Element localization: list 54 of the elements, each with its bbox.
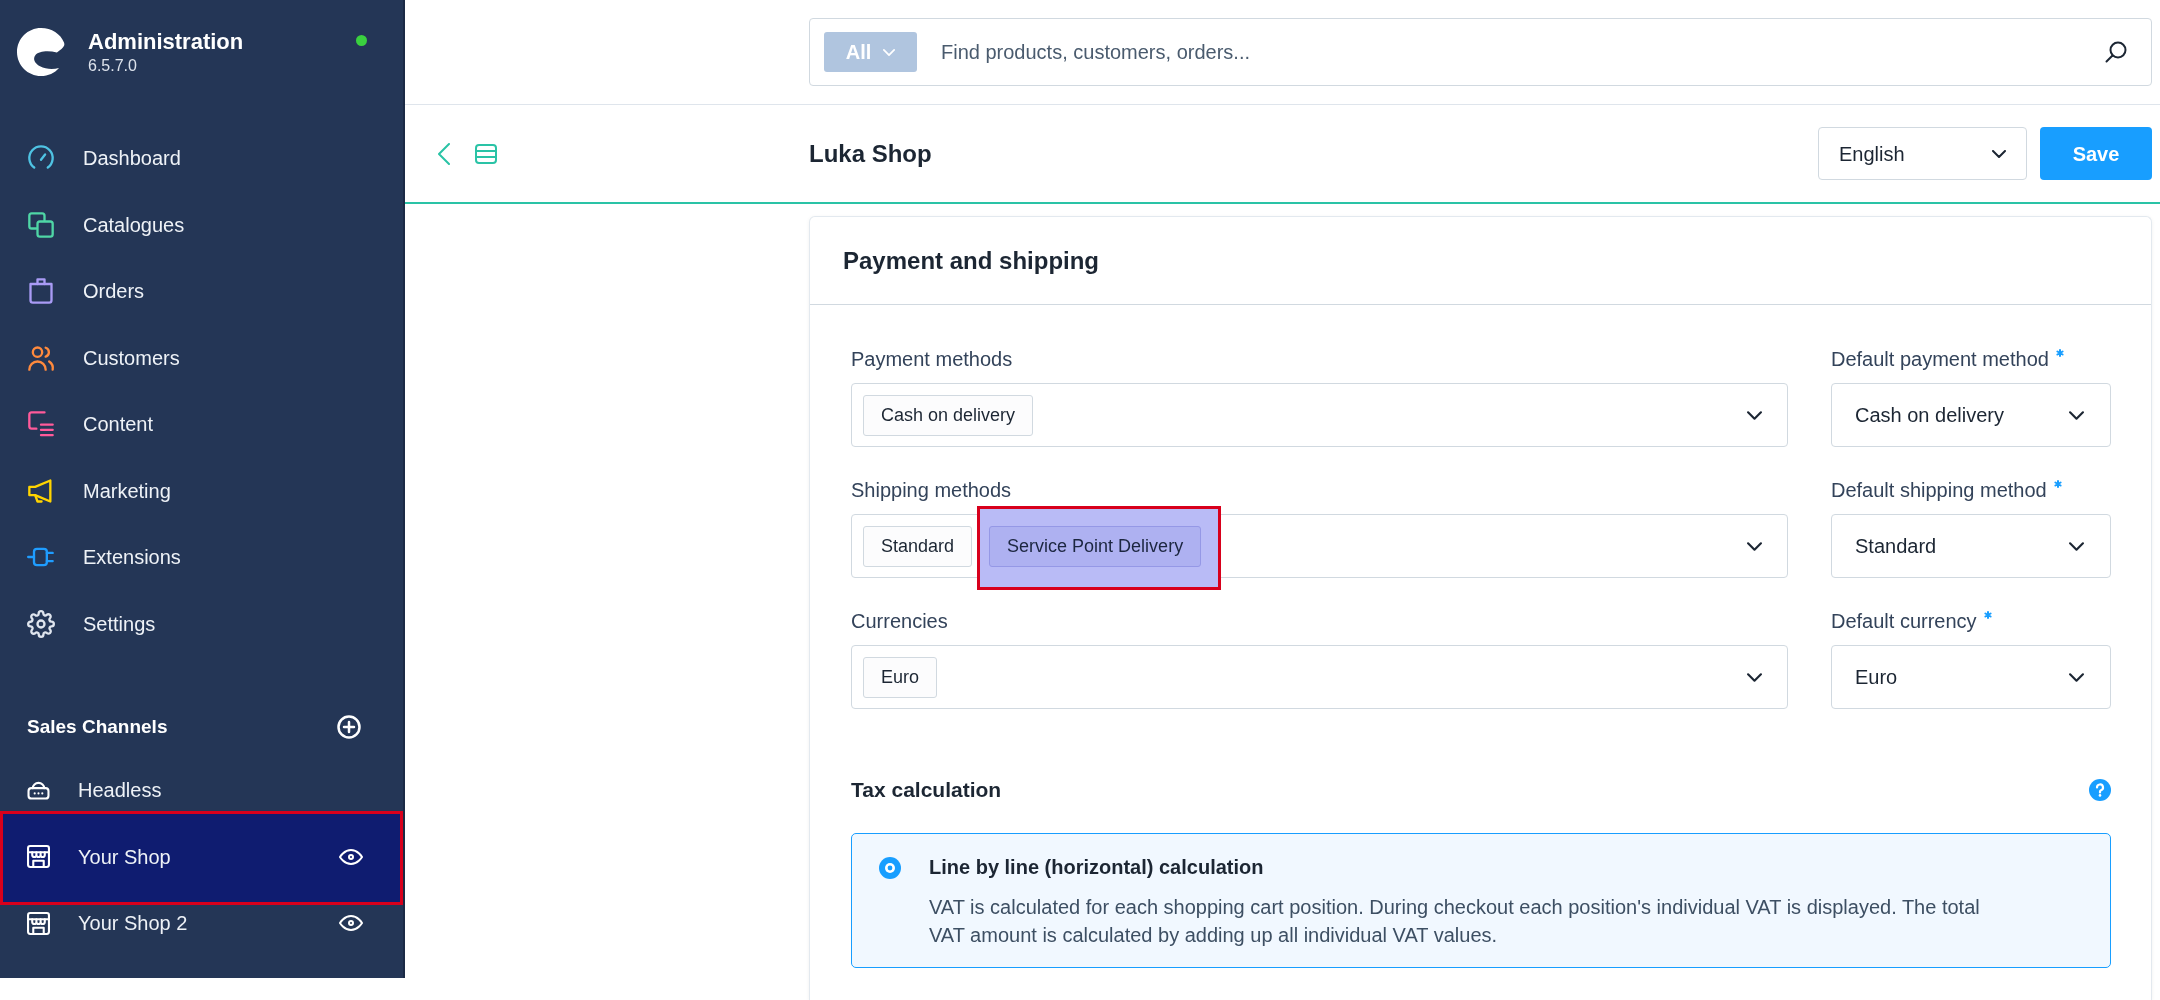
multi-select-field[interactable] [851, 645, 1788, 709]
nav-item[interactable]: Settings [0, 590, 166, 657]
option-title: Line by line (horizontal) calculation [929, 855, 1264, 880]
plus-circle-icon[interactable] [337, 715, 361, 739]
sales-channel-link[interactable]: Your Shop 2 [78, 908, 188, 939]
field-label: Default shipping method [1831, 478, 2047, 502]
method-tag: Standard [863, 525, 973, 567]
field-label: Default payment method [1831, 347, 2049, 371]
storefront-icon [27, 845, 50, 869]
app-title: Administration [88, 28, 244, 56]
select-field[interactable]: Standard [1831, 514, 2111, 578]
sales-channel-link[interactable]: Headless [78, 775, 162, 806]
chevron-down-icon [1992, 149, 2006, 158]
radio-button[interactable] [879, 857, 901, 879]
method-tag: Euro [863, 656, 938, 698]
help-icon[interactable] [2089, 779, 2111, 801]
list-icon[interactable] [475, 143, 497, 164]
language-select[interactable]: English [1818, 127, 2027, 180]
section-heading: Sales Channels [27, 714, 168, 739]
chevron-down-icon [1747, 541, 1762, 551]
search-icon[interactable] [2105, 41, 2127, 63]
section-heading: Tax calculation [851, 777, 1002, 804]
card-title: Payment and shipping [843, 245, 1100, 276]
chevron-down-icon [2069, 410, 2084, 420]
method-tag: Service Point Delivery [989, 525, 1202, 567]
eye-icon[interactable] [339, 848, 363, 865]
nav-item[interactable]: Marketing [0, 457, 181, 524]
storefront-icon [27, 911, 50, 935]
back-chevron-icon[interactable] [438, 142, 450, 165]
nav-item[interactable]: Content [0, 391, 164, 458]
select-field[interactable]: Cash on delivery [1831, 383, 2111, 447]
field-label: Currencies [851, 609, 948, 633]
field-label: Shipping methods [851, 478, 1012, 502]
sales-channel-link[interactable]: Your Shop [78, 841, 171, 872]
nav-item[interactable]: Catalogues [0, 191, 195, 258]
select-field[interactable]: Euro [1831, 645, 2111, 709]
nav-item[interactable]: Dashboard [0, 125, 191, 192]
eye-icon[interactable] [339, 915, 363, 932]
page-title: Luka Shop [809, 138, 932, 169]
version-label: 6.5.7.0 [88, 56, 137, 76]
field-label: Default currency [1831, 609, 1977, 633]
basket-icon [27, 780, 50, 800]
chevron-down-icon [2069, 672, 2084, 682]
chevron-down-icon [2069, 541, 2084, 551]
nav-item[interactable]: Orders [0, 258, 155, 325]
nav-item[interactable]: Extensions [0, 524, 191, 591]
option-description: VAT is calculated for each shopping cart position. During checkout each position's individual VAT is displayed. The total VAT amount is calculated by adding up all individual VAT values. [929, 895, 1981, 948]
logo-icon [17, 28, 65, 76]
chevron-down-icon [1747, 672, 1762, 682]
chevron-down-icon [883, 48, 896, 56]
chevron-down-icon [1747, 410, 1762, 420]
method-tag: Cash on delivery [863, 394, 1034, 436]
nav-item[interactable]: Customers [0, 324, 190, 391]
field-label: Payment methods [851, 347, 1013, 371]
